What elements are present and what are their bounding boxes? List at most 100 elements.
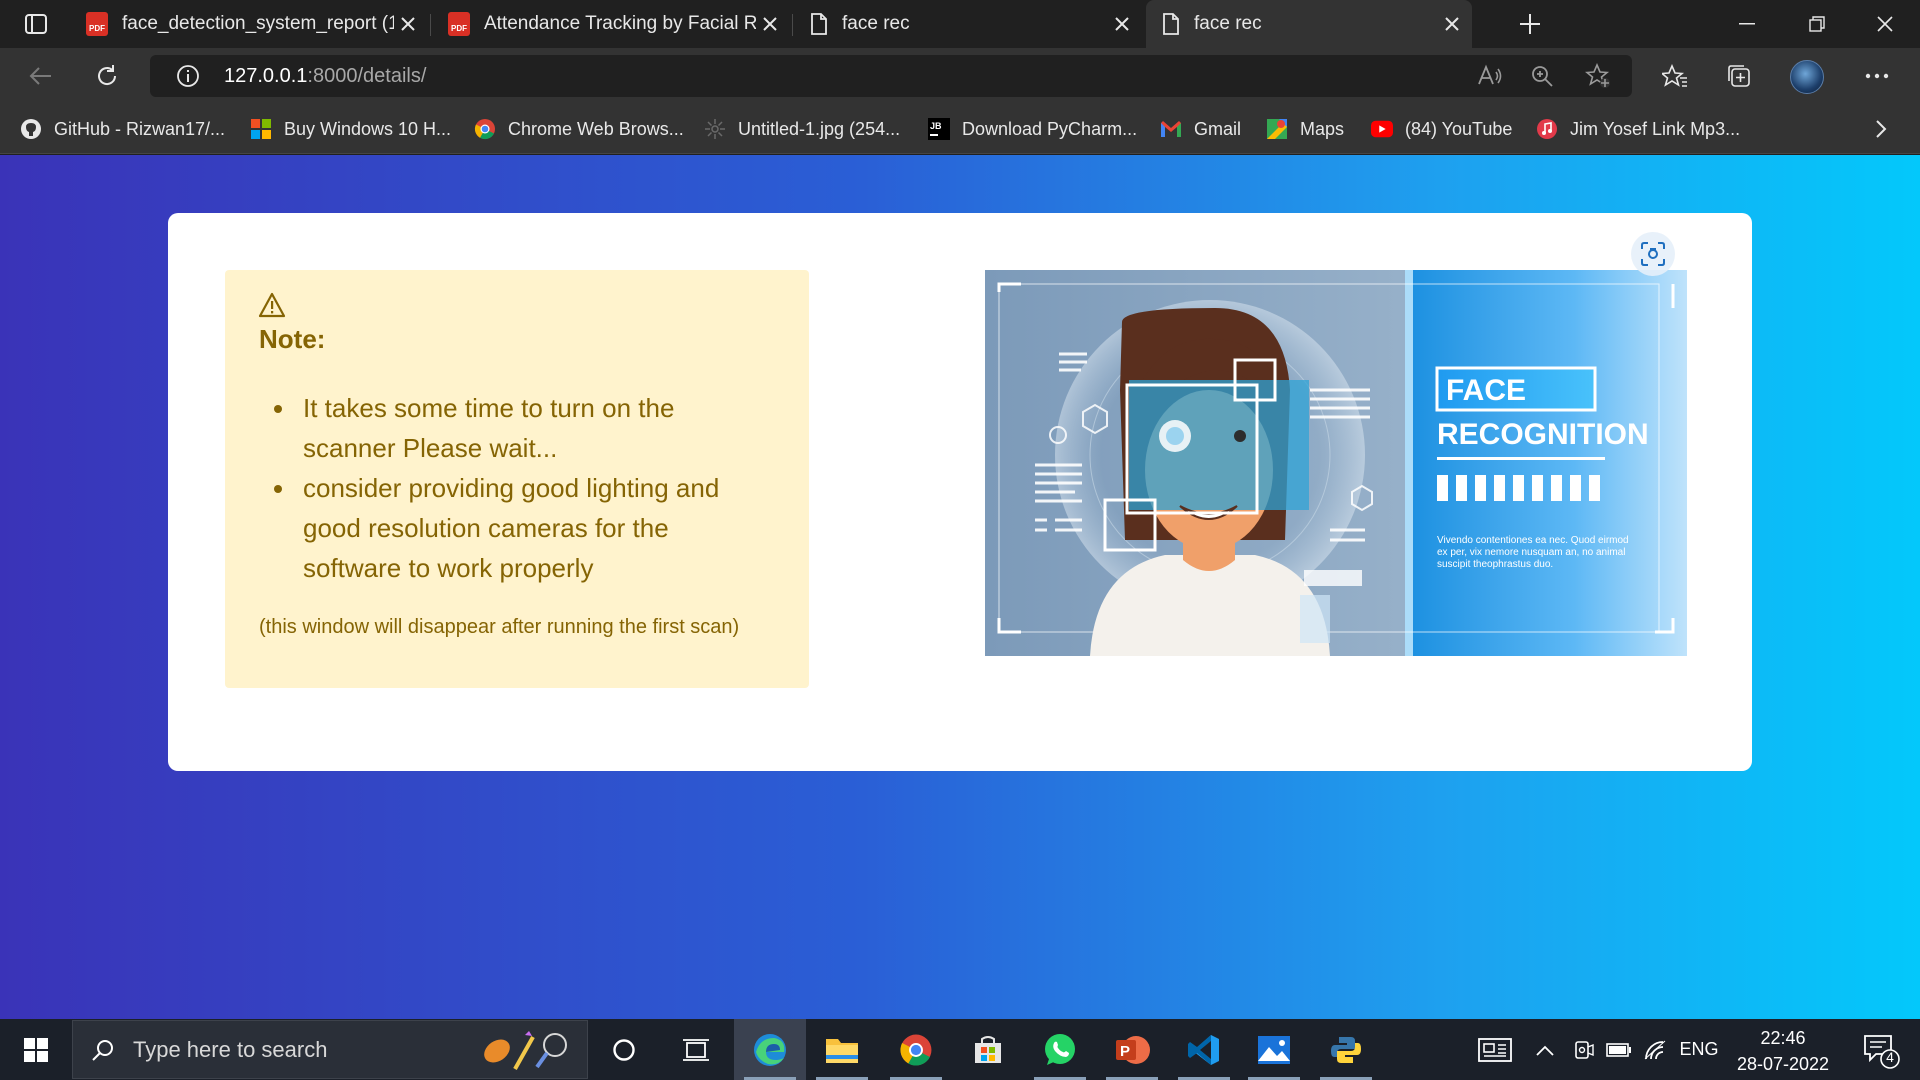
sports-highlight-icon: [484, 1031, 567, 1070]
hero-blurb-line2: ex per, vix nemore nusquam an, no animal: [1437, 547, 1625, 558]
svg-text:P: P: [1120, 1043, 1130, 1060]
face-recognition-illustration: FACE RECOGNITION Vivendo contentiones ea…: [985, 270, 1687, 656]
tab-title: face rec: [842, 13, 910, 34]
bookmark-label: Chrome Web Brows...: [508, 118, 684, 139]
favorites-button[interactable]: [1656, 58, 1694, 94]
zoom-icon[interactable]: [1524, 59, 1560, 93]
task-view-button[interactable]: [660, 1019, 732, 1080]
reload-button[interactable]: [88, 58, 126, 94]
tab-face-rec[interactable]: face rec: [794, 6, 1142, 42]
taskbar-clock[interactable]: 22:46 28-07-2022: [1728, 1025, 1838, 1077]
bookmark-buy-windows[interactable]: Buy Windows 10 H...: [250, 116, 451, 142]
edge-icon: [754, 1033, 786, 1066]
bookmark-maps[interactable]: Maps: [1266, 116, 1344, 142]
site-info-icon[interactable]: [170, 59, 206, 93]
bookmark-label: Buy Windows 10 H...: [284, 118, 452, 139]
warning-icon: [258, 292, 286, 318]
bookmark-youtube[interactable]: (84) YouTube: [1371, 116, 1512, 142]
restore-button[interactable]: [1782, 0, 1852, 48]
start-button[interactable]: [0, 1019, 72, 1080]
content-card: Note: It takes some time to turn on the …: [168, 213, 1752, 771]
settings-more-button[interactable]: [1858, 58, 1896, 94]
back-button[interactable]: [22, 58, 60, 94]
bookmark-untitled-image[interactable]: Untitled-1.jpg (254...: [704, 116, 900, 142]
tab-pdf-attendance[interactable]: PDF Attendance Tracking by Facial Recogn…: [432, 6, 790, 42]
new-tab-button[interactable]: [1512, 8, 1548, 40]
more-icon: [1865, 73, 1889, 79]
taskbar-vscode[interactable]: [1168, 1019, 1240, 1080]
taskbar-chrome[interactable]: [880, 1019, 952, 1080]
tab-title: face rec: [1194, 13, 1262, 34]
taskbar-python[interactable]: [1310, 1019, 1382, 1080]
chrome-icon: [900, 1034, 932, 1066]
camera-tray-icon[interactable]: [1568, 1019, 1598, 1080]
bookmark-github[interactable]: GitHub - Rizwan17/...: [20, 116, 225, 142]
close-window-button[interactable]: [1850, 0, 1920, 48]
taskbar-photos[interactable]: [1238, 1019, 1310, 1080]
bookmark-label: Maps: [1300, 118, 1345, 139]
hero-heading-line2: RECOGNITION: [1437, 418, 1649, 451]
read-aloud-icon[interactable]: [1472, 59, 1508, 93]
hero-heading-line1: FACE: [1446, 374, 1526, 407]
powerpoint-icon: P: [1116, 1035, 1150, 1064]
wifi-tray-icon[interactable]: [1640, 1019, 1670, 1080]
photos-icon: [1258, 1035, 1290, 1064]
page-icon: [811, 13, 827, 35]
svg-text:JB: JB: [930, 121, 942, 131]
bookmark-label: Jim Yosef Link Mp3...: [1570, 118, 1741, 139]
notifications-button[interactable]: 4: [1862, 1033, 1902, 1076]
close-icon[interactable]: [1108, 10, 1136, 38]
close-icon[interactable]: [1438, 10, 1466, 38]
search-icon: [92, 1039, 113, 1061]
note-alert: Note: It takes some time to turn on the …: [225, 270, 809, 688]
address-bar[interactable]: 127.0.0.1:8000/details/: [150, 55, 1632, 97]
minimize-button[interactable]: [1712, 0, 1782, 48]
taskbar-edge[interactable]: [734, 1019, 806, 1080]
show-hidden-icons-button[interactable]: [1530, 1019, 1560, 1080]
battery-tray-icon[interactable]: [1604, 1019, 1634, 1080]
clock-date: 28-07-2022: [1736, 1054, 1830, 1074]
add-favorite-icon[interactable]: [1580, 59, 1616, 93]
profile-avatar[interactable]: [1790, 60, 1824, 94]
taskbar-powerpoint[interactable]: P: [1096, 1019, 1168, 1080]
collections-button[interactable]: [1720, 58, 1758, 94]
url-text[interactable]: 127.0.0.1:8000/details/: [224, 65, 426, 88]
news-widget-button[interactable]: [1470, 1019, 1520, 1080]
bookmarks-overflow-button[interactable]: [1868, 116, 1894, 142]
page-background: Note: It takes some time to turn on the …: [0, 155, 1920, 1019]
bookmark-label: Untitled-1.jpg (254...: [738, 118, 901, 139]
bookmark-jim-yosef[interactable]: Jim Yosef Link Mp3...: [1536, 116, 1740, 142]
task-view-icon: [683, 1038, 709, 1061]
note-footer: (this window will disappear after runnin…: [259, 616, 740, 638]
github-icon: [20, 118, 42, 140]
close-icon: [1877, 16, 1893, 32]
bookmark-gmail[interactable]: Gmail: [1160, 116, 1241, 142]
device-icon: [1575, 1040, 1594, 1059]
restore-icon: [1809, 16, 1825, 32]
bookmark-label: Gmail: [1194, 118, 1242, 139]
close-icon[interactable]: [394, 10, 422, 38]
taskbar-file-explorer[interactable]: [806, 1019, 878, 1080]
tab-strip: PDF face_detection_system_report (1).pdf…: [0, 0, 1920, 48]
hero-blurb-line1: Vivendo contentiones ea nec. Quod eirmod: [1437, 535, 1629, 546]
language-indicator[interactable]: ENG: [1676, 1019, 1722, 1080]
tab-actions-button[interactable]: [18, 10, 54, 38]
cortana-button[interactable]: [588, 1019, 660, 1080]
search-placeholder: Type here to search: [133, 1036, 328, 1062]
windows-start-icon: [24, 1037, 48, 1062]
visual-search-icon: [1641, 242, 1665, 266]
visual-search-button[interactable]: [1631, 232, 1675, 276]
tab-actions-icon: [25, 14, 47, 34]
bookmark-chrome-web[interactable]: Chrome Web Brows...: [474, 116, 684, 142]
tab-pdf-report[interactable]: PDF face_detection_system_report (1).pdf: [70, 6, 428, 42]
bookmarks-bar: GitHub - Rizwan17/... Buy Windows 10 H..…: [0, 104, 1920, 154]
chevron-right-icon: [1876, 120, 1887, 138]
taskbar-whatsapp[interactable]: [1024, 1019, 1096, 1080]
image-icon: [704, 118, 726, 140]
taskbar-search-box[interactable]: Type here to search: [72, 1020, 588, 1079]
bookmark-pycharm[interactable]: JB Download PyCharm...: [928, 116, 1137, 142]
taskbar-store[interactable]: [952, 1019, 1024, 1080]
close-icon[interactable]: [756, 10, 784, 38]
music-icon: [1536, 118, 1558, 140]
tab-face-rec-active[interactable]: face rec: [1146, 0, 1472, 48]
